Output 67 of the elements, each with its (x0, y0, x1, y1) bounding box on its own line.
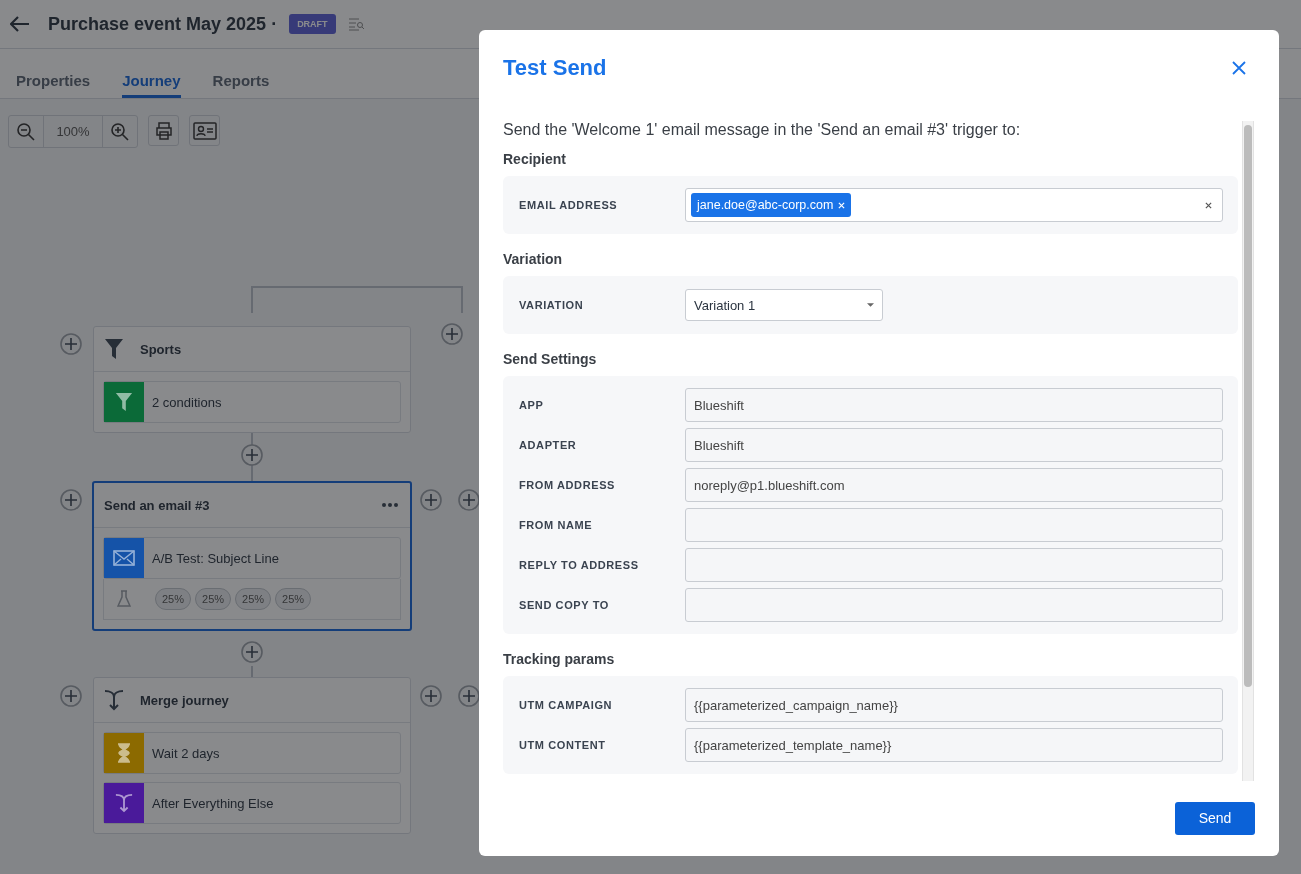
journey-node[interactable]: Sports 2 conditions (93, 326, 411, 433)
zoom-out-icon (16, 121, 36, 142)
dialog-title: Test Send (503, 55, 607, 81)
funnel-icon (104, 338, 124, 360)
field-label: VARIATION (519, 299, 585, 311)
node-title: Merge journey (140, 692, 230, 708)
section-heading: Send Settings (503, 351, 598, 367)
field-label: FROM NAME (519, 519, 594, 531)
variation-dropdown[interactable]: Variation 1 (685, 289, 883, 321)
back-arrow-icon[interactable] (10, 16, 30, 32)
field-label: UTM CAMPAIGN (519, 699, 614, 711)
contact-card-icon (192, 120, 217, 141)
field-label: FROM ADDRESS (519, 479, 617, 491)
tab[interactable]: Journey (122, 49, 181, 98)
field-label: APP (519, 399, 545, 411)
field-label: ADAPTER (519, 439, 578, 451)
input-field[interactable] (685, 588, 1223, 622)
scrollbar-thumb[interactable] (1244, 125, 1252, 687)
section-heading: Variation (503, 251, 564, 267)
clear-icon[interactable] (1205, 201, 1212, 209)
step-label: Wait 2 days (152, 745, 220, 761)
zoom-level: 100% (43, 116, 103, 147)
section-heading: Recipient (503, 151, 567, 167)
merge-icon (104, 689, 124, 711)
field-label: EMAIL ADDRESS (519, 199, 619, 211)
list-search-icon[interactable] (347, 17, 364, 31)
printer-icon (153, 120, 174, 141)
step-label: 2 conditions (152, 394, 222, 410)
variant-percentage: 25% (235, 588, 272, 610)
add-step-icon[interactable] (458, 685, 480, 707)
section-heading: Tracking params (503, 651, 616, 667)
add-step-icon[interactable] (458, 489, 480, 511)
input-field[interactable]: {{parameterized_template_name}} (685, 728, 1223, 762)
variant-percentage: 25% (155, 588, 192, 610)
page-title: Purchase event May 2025 · (48, 13, 278, 35)
variant-percentage: 25% (195, 588, 232, 610)
flask-icon (117, 590, 131, 608)
step-label: A/B Test: Subject Line (152, 550, 279, 566)
input-field[interactable]: noreply@p1.blueshift.com (685, 468, 1223, 502)
zoom-in-icon (110, 121, 130, 142)
intro-text: Send the 'Welcome 1' email message in the 'Send an email #3' trigger to: (503, 121, 1022, 139)
node-title: Sports (140, 341, 183, 357)
input-field[interactable] (685, 548, 1223, 582)
node-title: Send an email #3 (104, 497, 211, 513)
input-field[interactable]: Blueshift (685, 388, 1223, 422)
more-icon[interactable] (382, 503, 398, 507)
send-button[interactable]: Send (1175, 801, 1255, 835)
email-address-field[interactable]: jane.doe@abc-corp.com (685, 188, 1223, 222)
input-field[interactable] (685, 508, 1223, 542)
step-label: After Everything Else (152, 795, 274, 811)
caret-icon (867, 303, 874, 307)
journey-node[interactable]: Send an email #3 A/B Test: Subject Line 25% 25% 25% 25% (92, 481, 412, 631)
input-field[interactable]: Blueshift (685, 428, 1223, 462)
status-badge: DRAFT (289, 14, 336, 34)
field-label: REPLY TO ADDRESS (519, 559, 640, 571)
remove-icon[interactable] (838, 201, 846, 209)
print-button[interactable] (148, 115, 179, 146)
journey-node[interactable]: Merge journey Wait 2 days After Everything Else (93, 677, 411, 834)
field-label: SEND COPY TO (519, 599, 610, 611)
tab[interactable]: Properties (16, 49, 91, 98)
email-tag[interactable]: jane.doe@abc-corp.com (691, 193, 852, 217)
close-icon[interactable] (1232, 61, 1246, 75)
tab[interactable]: Reports (212, 49, 270, 98)
variant-percentage: 25% (275, 588, 312, 610)
contact-card-button[interactable] (189, 115, 220, 146)
input-field[interactable]: {{parameterized_campaign_name}} (685, 688, 1223, 722)
field-label: UTM CONTENT (519, 739, 607, 751)
